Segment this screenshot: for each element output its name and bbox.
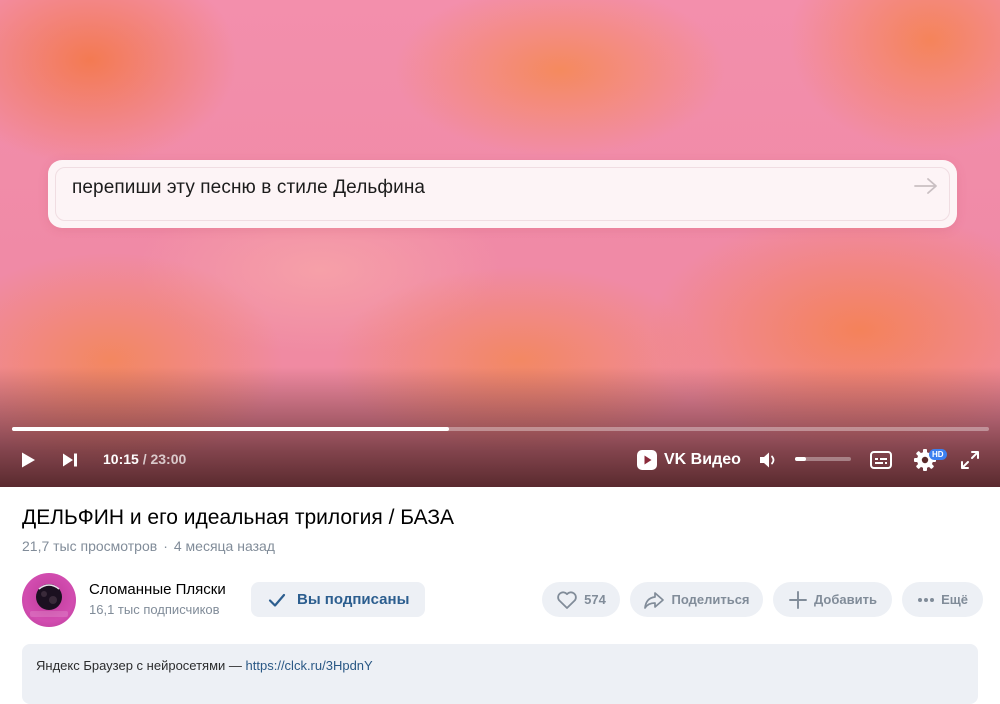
view-count: 21,7 тыс просмотров (22, 538, 158, 554)
play-icon[interactable] (18, 450, 38, 470)
meta-separator: · (163, 538, 168, 554)
description-text: Яндекс Браузер с нейросетями — https://c… (36, 658, 373, 673)
video-title: ДЕЛЬФИН и его идеальная трилогия / БАЗА (22, 506, 455, 529)
volume-slider[interactable] (795, 457, 851, 461)
vk-video-logo[interactable]: VK Видео (636, 448, 741, 472)
arrow-right-icon (914, 178, 937, 194)
heart-icon (557, 590, 577, 609)
description-box[interactable]: Яндекс Браузер с нейросетями — https://c… (22, 644, 978, 704)
description-line: Яндекс Браузер с нейросетями — (36, 658, 246, 673)
share-button[interactable]: Поделиться (630, 582, 763, 617)
time-separator: / (138, 451, 151, 467)
share-icon (644, 591, 665, 609)
channel-logo-icon (30, 584, 68, 617)
like-button[interactable]: 574 (542, 582, 620, 617)
publish-date: 4 месяца назад (173, 538, 275, 554)
time-display: 10:15 / 23:00 (103, 451, 186, 467)
ai-prompt-box: перепиши эту песню в стиле Дельфина (48, 160, 957, 228)
subtitles-icon[interactable] (869, 449, 893, 471)
video-meta: 21,7 тыс просмотров · 4 месяца назад (22, 538, 275, 554)
description-link[interactable]: https://clck.ru/3HpdnY (246, 658, 373, 673)
video-player[interactable]: перепиши эту песню в стиле Дельфина 10:1… (0, 0, 1000, 487)
ai-prompt-text: перепиши эту песню в стиле Дельфина (72, 177, 426, 198)
add-label: Добавить (814, 592, 877, 607)
current-time: 10:15 (103, 451, 139, 467)
next-icon[interactable] (61, 451, 79, 469)
like-count: 574 (584, 592, 606, 607)
vk-video-label: VK Видео (664, 451, 741, 468)
channel-name[interactable]: Сломанные Пляски (89, 581, 226, 598)
plus-icon (789, 590, 807, 609)
add-button[interactable]: Добавить (773, 582, 892, 617)
seek-bar-played (12, 427, 449, 431)
duration: 23:00 (150, 451, 187, 467)
seek-bar[interactable] (12, 427, 989, 431)
more-icon (918, 597, 935, 602)
more-label: Ещё (941, 592, 968, 607)
checkmark-icon (268, 593, 286, 607)
volume-level (795, 457, 807, 461)
vk-video-icon (637, 450, 657, 470)
volume-icon[interactable] (757, 449, 779, 471)
subscribed-label: Вы подписаны (297, 591, 410, 608)
subscriber-count: 16,1 тыс подписчиков (89, 602, 220, 617)
more-button[interactable]: Ещё (902, 582, 983, 617)
avatar[interactable] (22, 573, 76, 627)
subscribed-button[interactable]: Вы подписаны (251, 582, 425, 617)
fullscreen-icon[interactable] (959, 449, 981, 471)
share-label: Поделиться (671, 592, 750, 607)
hd-badge: HD (929, 449, 947, 460)
